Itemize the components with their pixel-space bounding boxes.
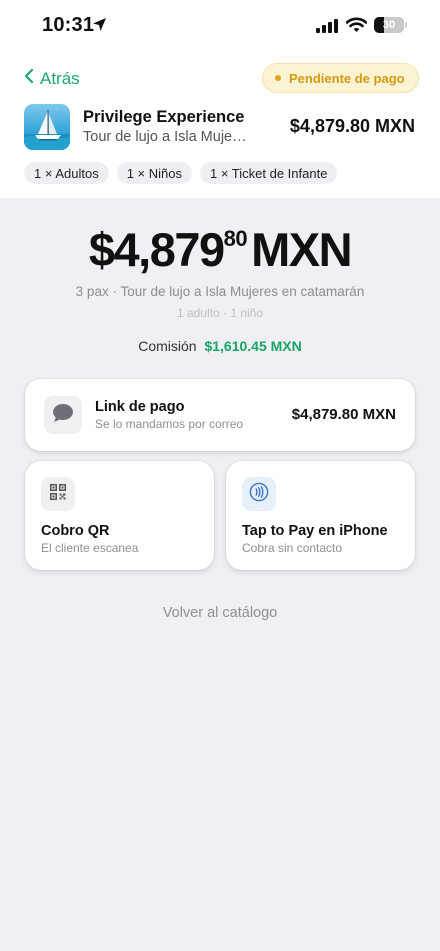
header-panel: 10:31 30 Atrás Pendiente de pago Privile…	[0, 0, 440, 198]
order-summary-detail: 1 adulto · 1 niño	[176, 306, 264, 320]
tap-to-pay-title: Tap to Pay en iPhone	[242, 523, 388, 539]
battery-level: 30	[382, 19, 396, 31]
ticket-chip-infant: 1 × Ticket de Infante	[200, 162, 338, 184]
commission-value: $1,610.45 MXN	[204, 338, 302, 354]
cellular-signal-icon	[316, 19, 340, 38]
chat-bubble-icon	[52, 403, 74, 428]
battery-indicator: 30	[374, 17, 404, 33]
tap-to-pay-subtitle: Cobra sin contacto	[242, 541, 343, 555]
product-price: $4,879.80 MXN	[289, 116, 415, 136]
order-summary: 3 pax · Tour de lujo a Isla Mujeres en c…	[75, 284, 365, 299]
payment-link-amount: $4,879.80 MXN	[291, 406, 396, 423]
commission-row: Comisión $1,610.45 MXN	[0, 338, 440, 354]
payment-link-title: Link de pago	[95, 399, 185, 415]
payment-link-card[interactable]: Link de pago Se lo mandamos por correo $…	[25, 379, 415, 451]
total-amount-whole: $4,879	[88, 223, 225, 276]
contactless-icon	[249, 482, 269, 507]
tap-to-pay-icon-box	[242, 477, 276, 511]
status-bar: 10:31 30	[0, 0, 440, 52]
commission-label: Comisión	[138, 338, 197, 354]
wifi-icon	[345, 17, 368, 38]
total-amount: $4,87980MXN	[0, 222, 440, 277]
qr-payment-title: Cobro QR	[41, 523, 110, 539]
tap-to-pay-card[interactable]: Tap to Pay en iPhone Cobra sin contacto	[226, 461, 415, 570]
ticket-chips: 1 × Adultos 1 × Niños 1 × Ticket de Infa…	[24, 162, 338, 184]
qr-payment-card[interactable]: Cobro QR El cliente escanea	[25, 461, 214, 570]
location-arrow-icon	[92, 17, 107, 37]
status-badge: Pendiente de pago	[262, 63, 419, 93]
qr-payment-subtitle: El cliente escanea	[41, 541, 139, 555]
total-amount-currency: MXN	[251, 223, 352, 276]
status-badge-label: Pendiente de pago	[289, 70, 405, 86]
payment-link-subtitle: Se lo mandamos por correo	[95, 417, 244, 431]
qr-code-icon	[50, 483, 66, 505]
ticket-chip-adults: 1 × Adultos	[24, 162, 109, 184]
battery-cap	[405, 22, 407, 28]
chevron-left-icon	[24, 68, 34, 89]
product-subtitle: Tour de lujo a Isla Mujeres en catamarán	[83, 129, 248, 145]
product-name: Privilege Experience	[83, 108, 245, 126]
back-button[interactable]: Atrás	[24, 68, 80, 89]
ticket-chip-children: 1 × Niños	[116, 162, 192, 184]
product-thumbnail	[24, 104, 70, 150]
back-label: Atrás	[40, 68, 80, 88]
status-time: 10:31	[42, 14, 95, 36]
total-amount-cents: 80	[223, 226, 248, 251]
back-to-catalog-link[interactable]: Volver al catálogo	[0, 605, 440, 621]
qr-icon-box	[41, 477, 75, 511]
payment-link-icon-box	[44, 396, 82, 434]
status-dot-icon	[275, 75, 281, 81]
